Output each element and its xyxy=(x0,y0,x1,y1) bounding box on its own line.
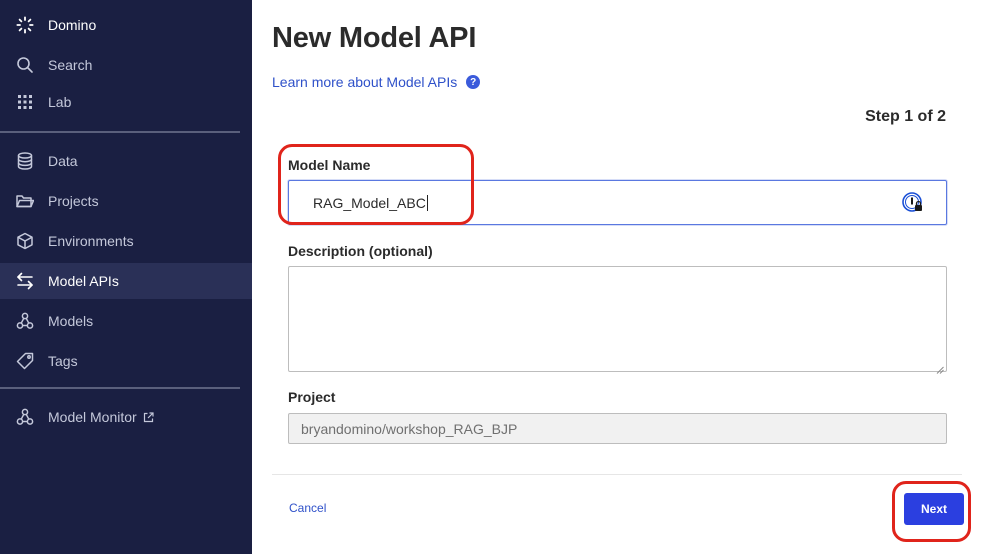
model-name-label: Model Name xyxy=(288,157,371,173)
project-value: bryandomino/workshop_RAG_BJP xyxy=(301,420,518,437)
grid-icon xyxy=(16,93,34,111)
text-caret xyxy=(426,194,428,211)
models-icon xyxy=(16,408,34,426)
help-icon: ? xyxy=(466,75,481,89)
tag-icon xyxy=(16,352,34,370)
main-content: New Model API Learn more about Model API… xyxy=(252,0,1000,554)
sidebar-brand[interactable]: Domino xyxy=(0,7,252,43)
sidebar-item-model-apis[interactable]: Model APIs xyxy=(0,263,252,299)
sidebar-item-label: Models xyxy=(48,313,94,329)
next-button[interactable]: Next xyxy=(904,493,964,525)
sidebar-item-tags[interactable]: Tags xyxy=(0,343,252,379)
model-name-input[interactable]: RAG_Model_ABC xyxy=(288,180,947,225)
sidebar-item-model-monitor[interactable]: Model Monitor xyxy=(0,399,252,435)
sidebar: Domino Search Lab Data Projects Environm… xyxy=(0,0,252,554)
sidebar-item-search[interactable]: Search xyxy=(0,47,252,83)
sidebar-divider xyxy=(0,131,240,133)
search-icon xyxy=(16,56,34,74)
sidebar-item-label: Search xyxy=(48,57,93,73)
app-window: Domino Search Lab Data Projects Environm… xyxy=(0,0,1000,554)
description-label: Description (optional) xyxy=(288,243,433,259)
sidebar-item-projects[interactable]: Projects xyxy=(0,183,252,219)
folder-icon xyxy=(16,192,34,210)
password-manager-icon[interactable] xyxy=(902,192,924,214)
learn-more-link[interactable]: Learn more about Model APIs ? xyxy=(272,74,481,90)
sidebar-item-label: Projects xyxy=(48,193,99,209)
description-textarea[interactable] xyxy=(288,266,947,374)
sidebar-item-lab[interactable]: Lab xyxy=(0,84,252,120)
cancel-button[interactable]: Cancel xyxy=(289,501,326,515)
sidebar-item-label: Model APIs xyxy=(48,273,119,289)
swap-arrows-icon xyxy=(16,272,34,290)
sidebar-item-label: Data xyxy=(48,153,78,169)
cube-icon xyxy=(16,232,34,250)
resize-handle-icon[interactable] xyxy=(936,361,944,374)
sidebar-item-models[interactable]: Models xyxy=(0,303,252,339)
model-name-value: RAG_Model_ABC xyxy=(313,194,426,211)
sidebar-item-environments[interactable]: Environments xyxy=(0,223,252,259)
sidebar-item-label: Model Monitor xyxy=(48,409,137,425)
database-icon xyxy=(16,152,34,170)
sidebar-divider xyxy=(0,387,240,389)
domino-logo-icon xyxy=(16,16,34,34)
learn-more-label: Learn more about Model APIs xyxy=(272,74,458,90)
footer-divider xyxy=(272,474,962,475)
step-indicator: Step 1 of 2 xyxy=(865,108,946,125)
project-label: Project xyxy=(288,389,336,405)
brand-label: Domino xyxy=(48,17,97,33)
sidebar-item-data[interactable]: Data xyxy=(0,143,252,179)
external-link-icon xyxy=(143,411,154,423)
models-icon xyxy=(16,312,34,330)
page-title: New Model API xyxy=(272,22,477,54)
project-field: bryandomino/workshop_RAG_BJP xyxy=(288,413,947,444)
sidebar-item-label: Tags xyxy=(48,353,78,369)
sidebar-item-label: Environments xyxy=(48,233,134,249)
sidebar-item-label: Lab xyxy=(48,94,72,110)
